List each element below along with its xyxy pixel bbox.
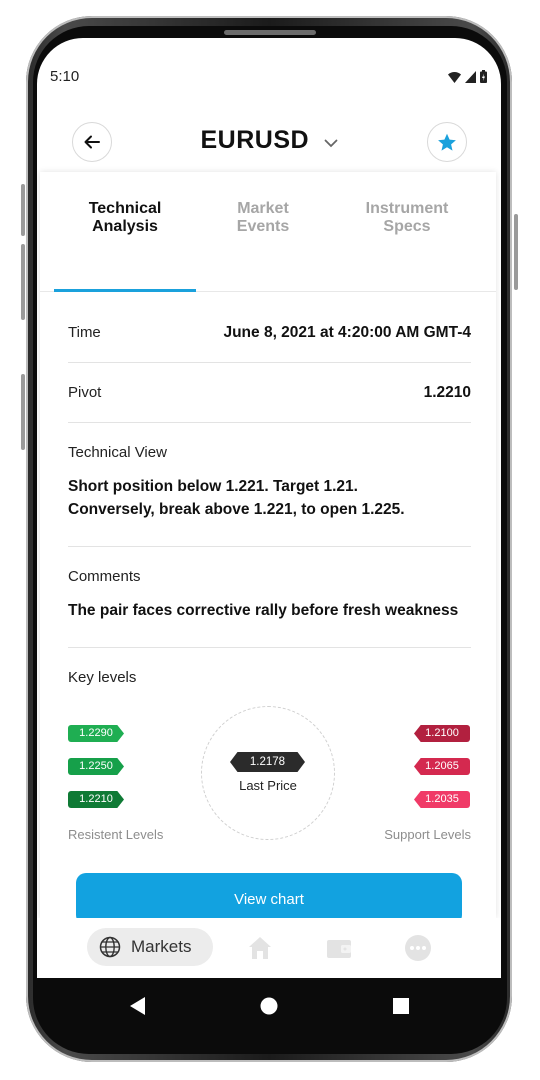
divider — [68, 647, 471, 648]
resistance-level: 1.2210 — [68, 791, 124, 808]
battery-icon — [480, 70, 487, 83]
tab-technical-analysis[interactable]: Technical Analysis — [50, 200, 200, 236]
active-tab-indicator — [54, 289, 196, 292]
pivot-row: Pivot 1.2210 — [68, 384, 471, 402]
last-price-badge: 1.2178 — [230, 752, 305, 772]
wifi-icon — [448, 71, 461, 83]
power-button — [514, 214, 518, 290]
status-time: 5:10 — [50, 68, 80, 85]
resistance-level: 1.2290 — [68, 725, 124, 742]
back-triangle-icon[interactable] — [128, 996, 146, 1016]
more-icon[interactable] — [404, 934, 432, 962]
nav-markets-label: Markets — [131, 937, 192, 956]
home-icon[interactable] — [246, 934, 274, 962]
technical-view-section: Technical View Short position below 1.22… — [68, 444, 471, 521]
home-circle-icon[interactable] — [259, 996, 279, 1016]
resistance-level: 1.2250 — [68, 758, 124, 775]
comments-section: Comments The pair faces corrective rally… — [68, 568, 471, 622]
support-level: 1.2035 — [414, 791, 470, 808]
chevron-down-icon[interactable] — [324, 139, 338, 148]
resistance-caption: Resistent Levels — [68, 827, 164, 842]
bottom-nav: Markets — [37, 918, 501, 978]
tab-instrument-specs[interactable]: Instrument Specs — [332, 200, 482, 236]
key-levels-label: Key levels — [68, 669, 137, 686]
divider — [68, 546, 471, 547]
divider — [68, 362, 471, 363]
support-caption: Support Levels — [384, 827, 471, 842]
support-level: 1.2065 — [414, 758, 470, 775]
comments-label: Comments — [68, 568, 141, 585]
tab-label: Events — [236, 218, 290, 235]
signal-icon — [465, 70, 476, 83]
tab-label: Market — [237, 200, 289, 217]
tab-bar: Technical Analysis Market Events Instrum… — [40, 200, 496, 292]
last-price-circle — [201, 706, 335, 840]
technical-view-text: Short position below 1.221. Target 1.21.… — [68, 478, 405, 518]
volume-button — [21, 184, 25, 236]
android-nav-bar — [37, 978, 501, 1034]
pivot-label: Pivot — [68, 384, 102, 401]
speaker-grille — [224, 30, 316, 35]
tab-label: Specs — [383, 218, 431, 235]
favorite-button[interactable] — [427, 122, 467, 162]
time-label: Time — [68, 324, 101, 341]
technical-view-label: Technical View — [68, 444, 167, 461]
comments-text: The pair faces corrective rally before f… — [68, 602, 459, 619]
star-icon — [438, 133, 456, 151]
key-levels-header: Key levels — [68, 669, 471, 687]
tab-label: Instrument — [365, 200, 449, 217]
instrument-title[interactable]: EURUSD — [200, 126, 309, 154]
pivot-value: 1.2210 — [423, 384, 471, 401]
tab-label: Analysis — [92, 218, 158, 235]
analysis-card: Technical Analysis Market Events Instrum… — [40, 172, 496, 925]
tab-market-events[interactable]: Market Events — [188, 200, 338, 236]
time-row: Time June 8, 2021 at 4:20:00 AM GMT-4 — [68, 324, 471, 342]
divider — [68, 422, 471, 423]
time-value: June 8, 2021 at 4:20:00 AM GMT-4 — [223, 324, 471, 341]
app-header: EURUSD — [37, 122, 501, 162]
recents-square-icon[interactable] — [392, 997, 410, 1015]
nav-markets[interactable]: Markets — [87, 928, 213, 966]
side-button — [21, 374, 25, 450]
volume-button — [21, 244, 25, 320]
support-level: 1.2100 — [414, 725, 470, 742]
status-bar: 5:10 — [37, 68, 501, 88]
wallet-icon[interactable] — [325, 934, 353, 962]
last-price-label: Last Price — [239, 778, 297, 793]
globe-icon — [99, 936, 121, 958]
tab-label: Technical — [88, 200, 162, 217]
app-screen: 5:10 EURUSD Technical Analysis Market Ev… — [37, 38, 501, 978]
